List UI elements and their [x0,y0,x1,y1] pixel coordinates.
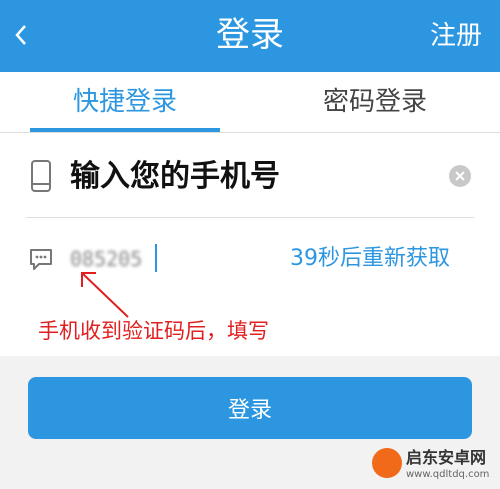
sms-icon [30,249,52,270]
row-divider [26,217,474,218]
tab-divider [0,132,500,133]
clear-icon[interactable] [448,164,472,188]
login-tabs: 快捷登录 密码登录 [0,72,500,134]
phone-input[interactable] [70,154,430,198]
watermark-logo-icon [372,448,402,478]
watermark-url: www.qdltdq.com [406,469,490,480]
tab-quick-login[interactable]: 快捷登录 [0,72,250,134]
text-cursor [155,244,157,272]
watermark: 启东安卓网 www.qdltdq.com [372,448,496,486]
register-link[interactable]: 注册 [430,16,482,56]
watermark-name: 启东安卓网 [406,448,487,467]
annotation-text: 手机收到验证码后，填写 [38,319,269,343]
page-title: 登录 [216,15,284,55]
resend-code-countdown[interactable]: 39秒后重新获取 [290,244,450,274]
tab-password-login[interactable]: 密码登录 [250,72,500,134]
app-header: 登录 注册 [0,0,500,72]
login-button[interactable]: 登录 [28,377,472,439]
phone-icon [31,160,51,192]
